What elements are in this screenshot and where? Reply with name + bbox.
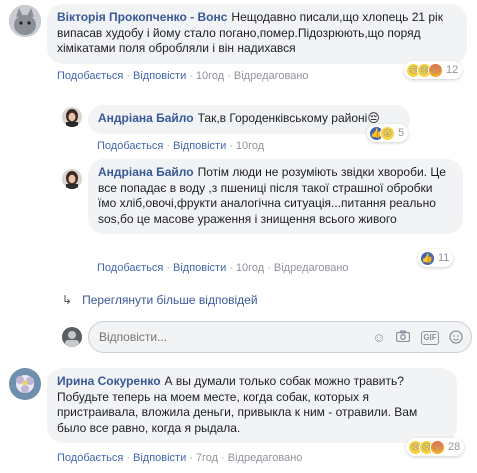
user-photo-icon [62,169,82,189]
reply-link[interactable]: Відповісти [133,452,186,464]
like-link[interactable]: Подобається [97,262,163,274]
avatar[interactable] [9,368,41,400]
edited-label: Відредаговано [273,262,349,274]
view-more-replies-link[interactable]: ↳ Переглянути більше відповідей [62,293,258,307]
reply-link[interactable]: Відповісти [173,262,226,274]
comment-actions: Подобається · Відповісти · 10год · Відредагова… [57,70,309,82]
comment-author[interactable]: Андріана Байло [98,165,194,179]
gif-icon[interactable]: GIF [421,331,439,345]
flower-photo-icon [9,368,41,400]
reply-link[interactable]: Відповісти [173,140,226,152]
like-link[interactable]: Подобається [57,452,123,464]
comment-author[interactable]: Вікторія Прокопченко - Вонс [57,10,227,24]
comment-bubble: Вікторія Прокопченко - Вонс Нещодавно пис… [47,4,467,64]
comment-text: Так,в Городенківському районі😔 [197,111,380,125]
sticker-icon[interactable] [448,330,464,346]
edited-label: Відредаговано [233,70,309,82]
comment-actions: Подобається · Відповісти · 10год [97,140,265,152]
reply-input[interactable] [99,330,319,344]
cat-photo-icon [9,5,41,37]
reaction-count: 12 [446,64,459,76]
reaction-summary[interactable]: 😢 😢 😠 28 [406,438,465,456]
like-reaction-icon: 👍 [420,250,435,266]
angry-reaction-icon: 😠 [428,62,443,78]
current-user-photo-icon [62,327,82,347]
timestamp[interactable]: 10год [236,262,264,274]
reaction-summary[interactable]: 😢 😢 😠 12 [404,61,463,79]
like-link[interactable]: Подобається [97,140,163,152]
reaction-summary[interactable]: 👍 11 [418,249,454,267]
timestamp[interactable]: 10год [196,70,224,82]
comment-actions: Подобається · Відповісти · 7год · Відредагован… [57,452,303,464]
comment-bubble: Ирина Сокуренко А вы думали только собак … [47,368,457,443]
timestamp[interactable]: 7год [196,452,218,464]
emoji-icon[interactable]: ☺ [371,330,387,346]
edited-label: Відредаговано [227,452,303,464]
comment-bubble: Андріана Байло Так,в Городенківському рай… [88,105,410,134]
avatar [62,327,82,347]
comment-bubble: Андріана Байло Потім люди не розуміють зв… [88,159,463,234]
reaction-count: 5 [398,127,405,139]
reply-input-box: ☺ GIF [88,321,472,353]
reply-link[interactable]: Відповісти [133,70,186,82]
avatar[interactable] [62,169,82,189]
user-photo-icon [62,107,82,127]
like-link[interactable]: Подобається [57,70,123,82]
comment-author[interactable]: Ирина Сокуренко [57,374,161,388]
avatar[interactable] [62,107,82,127]
timestamp[interactable]: 10год [236,140,264,152]
avatar[interactable] [9,5,41,37]
reply-arrow-icon: ↳ [62,293,73,307]
comment-actions: Подобається · Відповісти · 10год · Відредагова… [97,262,349,274]
comment-author[interactable]: Андріана Байло [98,111,194,125]
camera-icon[interactable] [395,330,411,346]
reaction-count: 11 [438,252,450,264]
wow-reaction-icon: 😮 [380,125,395,141]
reaction-count: 28 [448,441,461,453]
reaction-summary[interactable]: 👍 😮 5 [367,124,409,142]
angry-reaction-icon: 😠 [430,439,445,455]
